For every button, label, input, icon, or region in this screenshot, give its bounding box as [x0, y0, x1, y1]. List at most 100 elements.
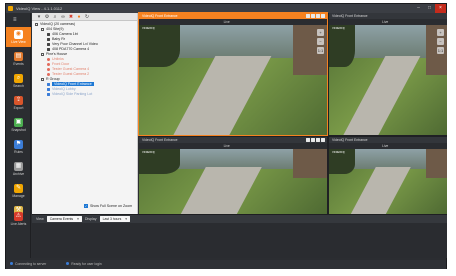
minimize-button[interactable]: –	[413, 4, 424, 13]
tree-node-label: Tester Guest Camera 4	[52, 67, 90, 71]
settings-icon[interactable]: ⚙	[44, 14, 50, 20]
group-icon	[41, 52, 44, 56]
zoom-icon[interactable]	[306, 138, 310, 142]
chevron-down-icon: ▾	[125, 217, 127, 221]
display-select-value: Last 3 hours	[102, 217, 122, 221]
menu-icon[interactable]: ≡	[13, 17, 22, 23]
camera-feed[interactable]: VIDEOIQ	[139, 149, 327, 214]
nav-item-snapshot[interactable]: ▣ Snapshot	[6, 115, 31, 135]
close-icon[interactable]	[321, 14, 325, 18]
link-icon[interactable]: ∞	[60, 14, 66, 20]
tree-node-label: Tester Guest Camera 2	[52, 72, 90, 76]
window-title: VideoIQ View - 4.1.1.0112	[16, 6, 63, 11]
camera-feed[interactable]: VIDEOIQ + − 1:1	[139, 25, 327, 135]
snapshot-icon[interactable]	[311, 14, 315, 18]
tile-controls	[306, 14, 325, 18]
fullscreen-icon[interactable]	[316, 14, 320, 18]
display-label: Display	[84, 217, 97, 221]
camera-stamp: VIDEOIQ	[332, 151, 345, 154]
status-bar: Connecting to server Ready for user logi…	[6, 260, 446, 269]
status-dot-icon	[66, 262, 70, 265]
status-left-text: Connecting to server	[15, 262, 47, 266]
fullscreen-icon[interactable]	[316, 138, 320, 142]
tree-node[interactable]: VideoIQ Side Parking Lot	[32, 92, 137, 97]
maximize-button[interactable]: □	[424, 4, 435, 13]
zoom-in-icon[interactable]: +	[437, 29, 444, 36]
nav-item-label: Export	[13, 106, 24, 110]
video-tile[interactable]: VideoIQ Front Entrance Live VIDEOIQ + −1:1	[329, 13, 447, 135]
tree-toolbar: ▾ ⚙ ⌕ ∞ ✖ ● ↻	[32, 13, 137, 21]
camera-feed[interactable]: VIDEOIQ + − 1:1	[329, 25, 447, 135]
group-icon	[35, 22, 38, 26]
tree-node-label: VideoIQ Front Entrance	[52, 82, 94, 86]
app-window: VideoIQ View - 4.1.1.0112 – □ × ≡ ◉ Live …	[5, 3, 447, 269]
events-list	[32, 223, 447, 258]
nav-item-label: Live Alerts	[10, 222, 27, 226]
view-select[interactable]: Camera Events ▾	[46, 216, 82, 222]
tile-title: VideoIQ Front Entrance	[332, 138, 368, 142]
tree-node-label: 406 Camera 1bt	[52, 32, 78, 36]
title-bar: VideoIQ View - 4.1.1.0112 – □ ×	[6, 4, 446, 13]
tree-node-label: 404 Site(9)	[46, 27, 64, 31]
export-icon: ⇪	[14, 96, 23, 105]
close-icon[interactable]	[321, 138, 325, 142]
tree-node-label: VideoIQ Side Parking Lot	[52, 92, 93, 96]
record-icon[interactable]: ●	[76, 14, 82, 20]
nav-item-archive[interactable]: ▦ Archive	[6, 159, 31, 179]
view-label: View	[36, 217, 44, 221]
tree-node-label: Very Poor Channel Lvl Video	[52, 42, 98, 46]
left-nav: ≡ ◉ Live View ▤ Events ⌕ Search ⇪ Export ▣ Snapsh…	[6, 13, 31, 258]
filter-icon[interactable]: ▾	[36, 14, 42, 20]
group-icon	[41, 77, 44, 81]
video-tile[interactable]: VideoIQ Front Entrance Live VIDEOIQ	[329, 137, 447, 214]
nav-item-live-view[interactable]: ◉ Live View	[6, 27, 31, 47]
snapshot-icon: ▣	[14, 118, 23, 127]
zoom-out-icon[interactable]: −	[317, 38, 324, 45]
tree-node-label: 408 PDA770 Camera 4	[52, 47, 90, 51]
status-right-text: Ready for user login	[71, 262, 102, 266]
close-button[interactable]: ×	[435, 4, 446, 13]
tree-node-label: VideoIQ (20 cameras)	[40, 22, 76, 26]
camera-icon	[47, 57, 50, 61]
tile-title: VideoIQ Front Entrance	[332, 14, 368, 18]
zoom-icon[interactable]	[306, 14, 310, 18]
view-select-value: Camera Events	[49, 217, 74, 221]
zoom-in-icon[interactable]: +	[317, 29, 324, 36]
camera-icon	[47, 92, 50, 96]
ptz-controls: + − 1:1	[437, 29, 444, 54]
camera-feed[interactable]: VIDEOIQ	[329, 149, 447, 214]
camera-tree: VideoIQ (20 cameras) 404 Site(9) 406 Camer…	[32, 21, 137, 97]
fullscreen-option[interactable]: ✓ Show Full Scene on Zoom	[84, 203, 132, 209]
ratio-icon[interactable]: 1:1	[437, 47, 444, 54]
nav-item-manage[interactable]: ✎ Manage	[6, 181, 31, 201]
nav-item-live-alerts[interactable]: ⚠ Live Alerts	[6, 209, 31, 229]
zoom-out-icon[interactable]: −	[437, 38, 444, 45]
camera-stamp: VIDEOIQ	[142, 151, 155, 154]
ratio-icon[interactable]: 1:1	[317, 47, 324, 54]
nav-item-label: Rules	[14, 150, 23, 154]
tree-node-label: R Group	[46, 77, 60, 81]
video-tile[interactable]: VideoIQ Front Entrance Live VIDEOIQ	[139, 137, 327, 214]
camera-icon	[47, 62, 50, 66]
nav-item-rules[interactable]: ⚑ Rules	[6, 137, 31, 157]
delete-icon[interactable]: ✖	[68, 14, 74, 20]
group-icon	[41, 27, 44, 31]
camera-icon	[47, 82, 50, 86]
nav-item-events[interactable]: ▤ Events	[6, 49, 31, 69]
window-controls: – □ ×	[413, 4, 446, 13]
camera-icon	[47, 87, 50, 91]
snapshot-icon[interactable]	[311, 138, 315, 142]
camera-icon	[47, 47, 50, 51]
status-left: Connecting to server	[10, 260, 46, 269]
nav-item-search[interactable]: ⌕ Search	[6, 71, 31, 91]
display-select[interactable]: Last 3 hours ▾	[99, 216, 130, 222]
alert-icon: ⚠	[14, 212, 23, 221]
refresh-icon[interactable]: ↻	[84, 14, 90, 20]
nav-item-label: Archive	[12, 172, 25, 176]
nav-item-export[interactable]: ⇪ Export	[6, 93, 31, 113]
fullscreen-checkbox[interactable]: ✓	[84, 204, 88, 208]
search-icon[interactable]: ⌕	[52, 14, 58, 20]
tile-title: VideoIQ Front Entrance	[142, 14, 178, 18]
tile-controls	[306, 138, 325, 142]
video-tile[interactable]: VideoIQ Front Entrance Live VIDEOIQ + −1:1	[138, 12, 328, 136]
